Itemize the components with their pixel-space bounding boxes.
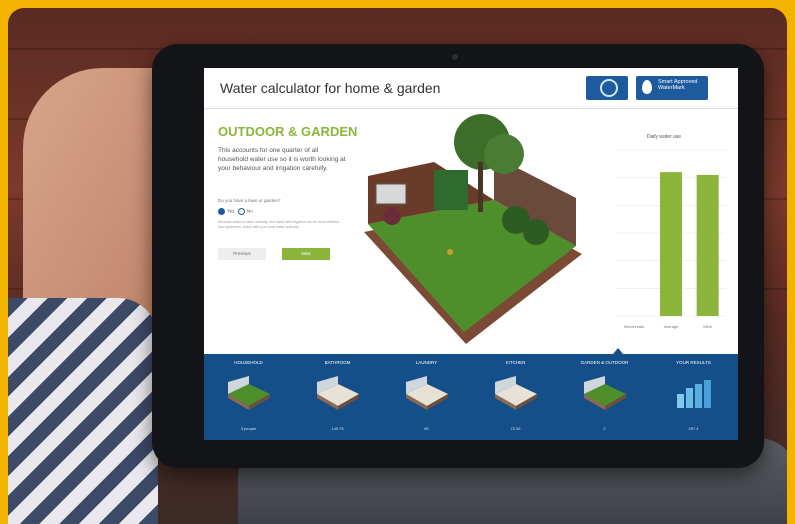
nav-step-value: 80 bbox=[424, 426, 429, 431]
nav-step-household[interactable]: HOUSEHOLD 3 people bbox=[204, 354, 293, 440]
nav-step-value: 145.75 bbox=[331, 426, 344, 431]
nav-step-bathroom[interactable]: BATHROOM 145.75 bbox=[293, 354, 382, 440]
chart-category-label: Average bbox=[664, 324, 680, 329]
chart-category-label: Mine bbox=[703, 324, 712, 329]
logo-text: Smart Approved WaterMark bbox=[658, 79, 698, 91]
nav-step-kitchen[interactable]: KITCHEN 72.35 bbox=[471, 354, 560, 440]
step-navigation: HOUSEHOLD 3 people BATHROOM 145.75 LAUNDRY 80… bbox=[204, 354, 738, 440]
room-thumbnail-icon bbox=[582, 376, 628, 410]
room-thumbnail-icon bbox=[226, 376, 272, 410]
nav-step-value: 72.35 bbox=[510, 426, 521, 431]
tablet-device: Water calculator for home & garden Smart… bbox=[152, 44, 764, 468]
room-thumbnail-icon bbox=[315, 376, 361, 410]
water-drop-icon bbox=[642, 80, 652, 94]
nav-step-label: GARDEN & OUTDOOR bbox=[580, 360, 629, 365]
watermark-logo: Smart Approved WaterMark bbox=[636, 76, 708, 100]
nav-step-value: 297.4 bbox=[688, 426, 699, 431]
chart-bar-average bbox=[660, 172, 682, 316]
chart-svg: Daily water use Benchmark Average Mine bbox=[616, 134, 726, 329]
nav-step-laundry[interactable]: LAUNDRY 80 bbox=[382, 354, 471, 440]
room-thumbnail-icon bbox=[671, 376, 717, 410]
nav-step-value: 3 people bbox=[240, 426, 257, 431]
hint-text: Because water is used carefully, and han… bbox=[218, 220, 340, 229]
garden-illustration bbox=[364, 114, 582, 344]
water-authority-logo bbox=[586, 76, 628, 100]
chart-title: Daily water use bbox=[647, 134, 681, 140]
room-thumbnail-icon bbox=[493, 376, 539, 410]
nav-step-label: YOUR RESULTS bbox=[676, 360, 711, 365]
radio-yes[interactable]: Yes bbox=[218, 208, 234, 215]
chart-bar-mine bbox=[696, 174, 719, 316]
previous-button[interactable]: Previous bbox=[218, 248, 266, 260]
nav-step-your-results[interactable]: YOUR RESULTS 297.4 bbox=[649, 354, 738, 440]
app-title: Water calculator for home & garden bbox=[220, 80, 441, 96]
nav-step-label: BATHROOM bbox=[324, 360, 351, 365]
nav-step-garden-outdoor[interactable]: GARDEN & OUTDOOR 0 bbox=[560, 354, 649, 440]
section-description: This accounts for one quarter of all hou… bbox=[218, 147, 346, 172]
next-button[interactable]: Next bbox=[282, 248, 330, 260]
section-title: OUTDOOR & GARDEN bbox=[218, 124, 358, 139]
nav-step-value: 0 bbox=[603, 426, 606, 431]
garden-question: Do you have a lawn or garden? bbox=[218, 198, 281, 203]
nav-step-label: KITCHEN bbox=[505, 360, 526, 365]
radio-selected-icon bbox=[218, 208, 225, 215]
nav-step-label: HOUSEHOLD bbox=[234, 360, 263, 365]
room-thumbnail-icon bbox=[404, 376, 450, 410]
tablet-screen: Water calculator for home & garden Smart… bbox=[204, 68, 738, 440]
checked-shirt-sleeve bbox=[8, 298, 158, 524]
nav-step-label: LAUNDRY bbox=[415, 360, 438, 365]
daily-water-use-chart: Daily water use Benchmark Average Mine bbox=[594, 128, 734, 338]
chart-category-label: Benchmark bbox=[624, 324, 644, 329]
radio-no[interactable]: No bbox=[238, 208, 253, 215]
camera-icon bbox=[452, 54, 458, 60]
radio-empty-icon bbox=[238, 208, 245, 215]
